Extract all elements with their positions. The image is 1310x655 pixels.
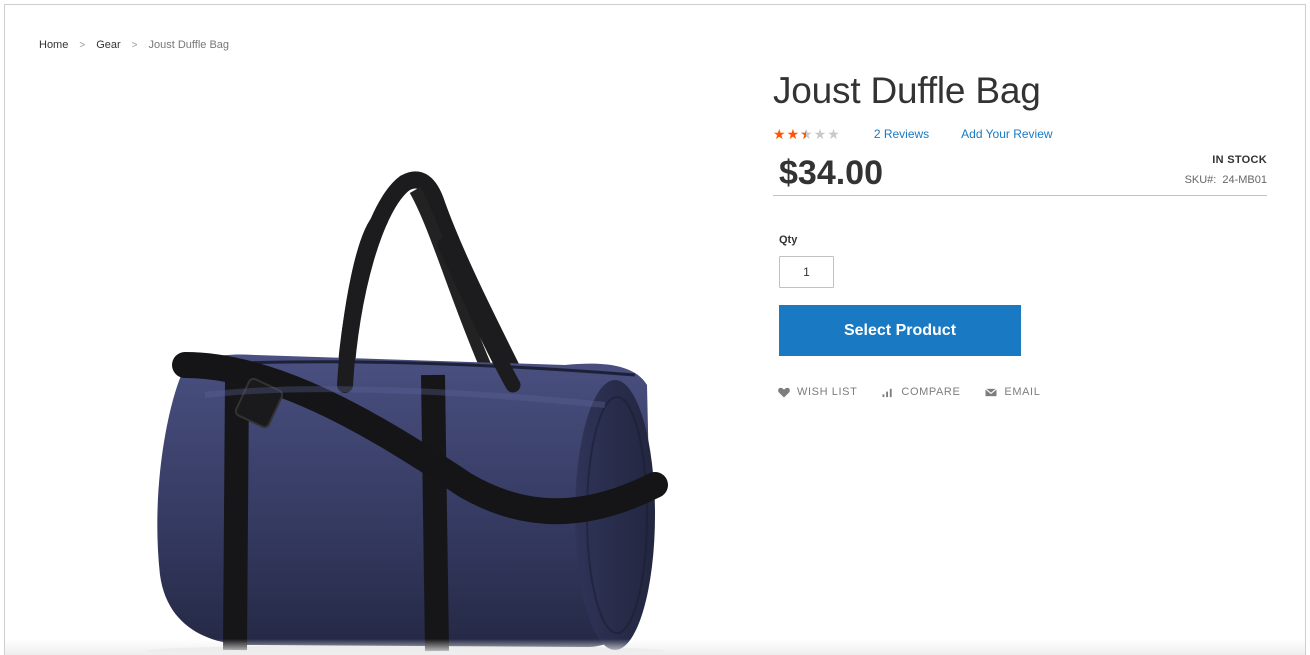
add-review-link[interactable]: Add Your Review (961, 127, 1052, 141)
breadcrumb-home[interactable]: Home (39, 39, 68, 51)
wish-list-label: WISH LIST (797, 386, 858, 398)
product-page: Home > Gear > Joust Duffle Bag Joust Duf… (4, 4, 1306, 655)
reviews-link[interactable]: 2 Reviews (874, 127, 929, 141)
product-social-links: WISH LIST COMPARE EMAIL (773, 386, 1267, 398)
price-box: $34.00 IN STOCK SKU#: 24-MB01 (773, 148, 1267, 196)
product-image[interactable] (45, 65, 745, 655)
product-price: $34.00 (779, 154, 883, 192)
breadcrumb-current: Joust Duffle Bag (148, 39, 230, 51)
rating-stars: ★ ★ ★ ★ ★ (773, 127, 840, 141)
sku-label: SKU#: (1184, 174, 1217, 186)
star-icon: ★ (786, 126, 800, 142)
envelope-icon (985, 387, 998, 396)
select-product-button[interactable]: Select Product (779, 305, 1021, 356)
qty-input[interactable] (779, 256, 834, 288)
sku: SKU#: 24-MB01 (1185, 174, 1267, 186)
compare-label: COMPARE (901, 386, 961, 398)
star-icon: ★ (773, 126, 786, 142)
star-half-icon: ★ (800, 127, 813, 141)
stock-info: IN STOCK SKU#: 24-MB01 (1185, 154, 1267, 186)
rating-summary: ★ ★ ★ ★ ★ 2 Reviews Add Your Review (773, 124, 1267, 144)
duffle-bag-image (145, 171, 668, 655)
sku-value: 24-MB01 (1222, 174, 1267, 186)
product-info: Joust Duffle Bag ★ ★ ★ ★ ★ 2 Reviews Add… (773, 69, 1267, 398)
breadcrumb-gear[interactable]: Gear (96, 39, 120, 51)
email-label: EMAIL (1004, 386, 1041, 398)
page-bottom-shade (5, 639, 1305, 655)
breadcrumb-separator: > (79, 39, 86, 51)
product-title: Joust Duffle Bag (773, 70, 1041, 111)
qty-label: Qty (779, 234, 798, 246)
compare-link[interactable]: COMPARE (881, 386, 960, 398)
heart-icon (778, 387, 790, 398)
wish-list-link[interactable]: WISH LIST (777, 386, 857, 398)
breadcrumb-separator: > (131, 39, 138, 51)
bar-chart-icon (882, 388, 893, 397)
stock-status: IN STOCK (1212, 154, 1267, 166)
breadcrumb: Home > Gear > Joust Duffle Bag (39, 39, 229, 51)
star-empty-icon: ★ (813, 126, 827, 142)
qty-field: Qty (773, 234, 1267, 288)
star-empty-icon: ★ (827, 126, 840, 142)
email-link[interactable]: EMAIL (984, 386, 1040, 398)
